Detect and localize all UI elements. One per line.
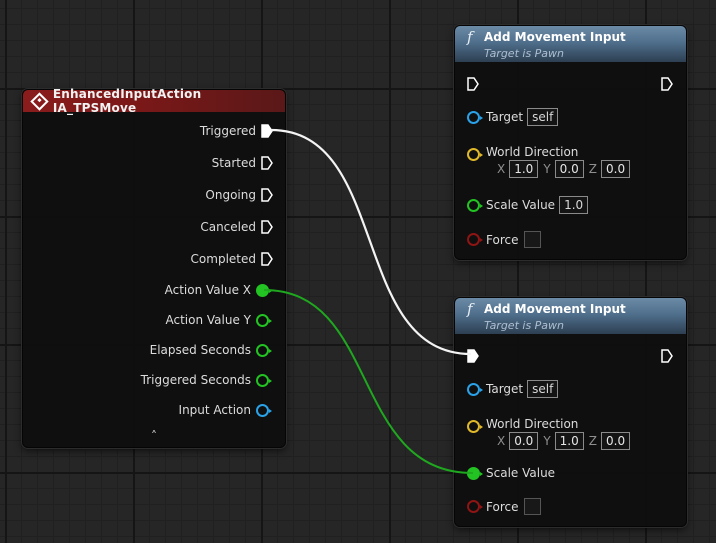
pin-triggered-seconds[interactable]: Triggered Seconds (140, 373, 272, 387)
x-axis-label: X (497, 162, 506, 176)
event-node-title: EnhancedInputAction IA_TPSMove (52, 87, 202, 115)
pin-label: Started (211, 156, 256, 170)
vector-pin-icon[interactable] (467, 148, 483, 161)
float-pin-filled-icon[interactable] (467, 466, 483, 480)
pin-completed[interactable]: Completed (191, 252, 273, 266)
function-title: Add Movement Input (484, 30, 626, 44)
world-direction-pin-row[interactable]: World Direction (467, 142, 578, 161)
scale-value-pin-row[interactable]: Scale Value (467, 466, 555, 480)
exec-in-pin-icon[interactable] (467, 76, 479, 95)
exec-wire[interactable] (270, 128, 472, 356)
pin-action-value-y[interactable]: Action Value Y (165, 313, 272, 327)
scale-value-field[interactable]: 1.0 (559, 196, 589, 214)
pin-label: Completed (190, 252, 256, 266)
float-pin-icon[interactable] (467, 198, 483, 212)
scale-value-label: Scale Value (486, 466, 556, 480)
force-pin-row[interactable]: Force (467, 231, 542, 248)
z-value-field[interactable]: 0.0 (601, 160, 631, 178)
target-value-field[interactable]: self (527, 380, 559, 398)
x-value-field[interactable]: 0.0 (509, 432, 539, 450)
world-direction-label: World Direction (486, 416, 579, 431)
pin-input-action[interactable]: Input Action (178, 403, 272, 417)
y-value-field[interactable]: 1.0 (554, 432, 584, 450)
y-axis-label: Y (543, 162, 551, 176)
x-axis-label: X (497, 434, 506, 448)
function-node-header[interactable]: f Add Movement Input Target is Pawn (455, 26, 686, 62)
function-icon: f (467, 28, 473, 46)
exec-pin-filled-icon[interactable] (261, 124, 273, 138)
pin-label: Action Value Y (165, 313, 252, 327)
enhanced-input-action-node[interactable]: EnhancedInputAction IA_TPSMove Triggered… (22, 87, 286, 448)
pin-label: Canceled (200, 220, 256, 234)
pin-started[interactable]: Started (212, 156, 273, 170)
function-title: Add Movement Input (484, 302, 626, 316)
vector-pin-icon[interactable] (467, 420, 483, 433)
function-subtitle: Target is Pawn (484, 319, 565, 332)
x-value-field[interactable]: 1.0 (509, 160, 539, 178)
exec-pin-icon[interactable] (261, 188, 273, 202)
pin-action-value-x[interactable]: Action Value X (164, 283, 272, 297)
pin-label: Triggered Seconds (140, 373, 251, 387)
float-pin-icon[interactable] (256, 313, 272, 327)
bool-pin-icon[interactable] (467, 500, 483, 513)
exec-out-pin-icon[interactable] (661, 348, 673, 367)
force-checkbox[interactable] (524, 498, 542, 515)
add-movement-input-node-1[interactable]: f Add Movement Input Target is Pawn Targ… (454, 25, 687, 260)
target-pin-row[interactable]: Target self (467, 108, 559, 126)
object-pin-icon[interactable] (467, 110, 483, 124)
add-movement-input-node-2[interactable]: f Add Movement Input Target is Pawn Targ… (454, 297, 687, 527)
target-pin-row[interactable]: Target self (467, 380, 559, 398)
pin-label: Input Action (178, 403, 251, 417)
pin-canceled[interactable]: Canceled (200, 220, 273, 234)
object-pin-icon[interactable] (256, 403, 272, 417)
force-label: Force (486, 499, 519, 514)
pin-label: Triggered (199, 124, 256, 138)
float-pin-icon[interactable] (256, 373, 272, 387)
event-node-header[interactable]: EnhancedInputAction IA_TPSMove (23, 87, 285, 115)
function-subtitle: Target is Pawn (484, 47, 565, 60)
pin-triggered[interactable]: Triggered (200, 124, 273, 138)
scale-value-label: Scale Value (486, 198, 556, 212)
force-checkbox[interactable] (524, 231, 542, 248)
float-pin-filled-icon[interactable] (256, 283, 272, 297)
collapse-chevron-icon[interactable]: ˄ (23, 429, 285, 443)
event-diamond-icon (30, 91, 49, 111)
z-value-field[interactable]: 0.0 (601, 432, 631, 450)
y-axis-label: Y (543, 434, 551, 448)
target-label: Target (486, 382, 524, 396)
object-pin-icon[interactable] (467, 382, 483, 396)
function-node-header[interactable]: f Add Movement Input Target is Pawn (455, 298, 686, 334)
scale-value-pin-row[interactable]: Scale Value 1.0 (467, 196, 589, 214)
pin-label: Ongoing (205, 188, 256, 202)
exec-pin-icon[interactable] (261, 220, 273, 234)
pin-ongoing[interactable]: Ongoing (205, 188, 273, 202)
exec-out-pin-icon[interactable] (661, 76, 673, 95)
world-direction-pin-row[interactable]: World Direction (467, 414, 578, 433)
target-label: Target (486, 110, 524, 124)
target-value-field[interactable]: self (527, 108, 559, 126)
float-pin-icon[interactable] (256, 343, 272, 357)
pin-label: Action Value X (164, 283, 251, 297)
float-wire[interactable] (263, 289, 474, 474)
force-label: Force (486, 232, 519, 247)
world-direction-label: World Direction (486, 144, 579, 159)
exec-pin-icon[interactable] (261, 252, 273, 266)
world-direction-fields: X 0.0 Y 1.0 Z 0.0 (497, 432, 635, 450)
pin-label: Elapsed Seconds (149, 343, 251, 357)
exec-pin-icon[interactable] (261, 156, 273, 170)
function-icon: f (467, 300, 473, 318)
pin-elapsed-seconds[interactable]: Elapsed Seconds (149, 343, 272, 357)
z-axis-label: Z (588, 434, 597, 448)
exec-in-pin-filled-icon[interactable] (467, 348, 479, 367)
z-axis-label: Z (588, 162, 597, 176)
y-value-field[interactable]: 0.0 (554, 160, 584, 178)
force-pin-row[interactable]: Force (467, 498, 542, 515)
world-direction-fields: X 1.0 Y 0.0 Z 0.0 (497, 160, 635, 178)
bool-pin-icon[interactable] (467, 233, 483, 246)
